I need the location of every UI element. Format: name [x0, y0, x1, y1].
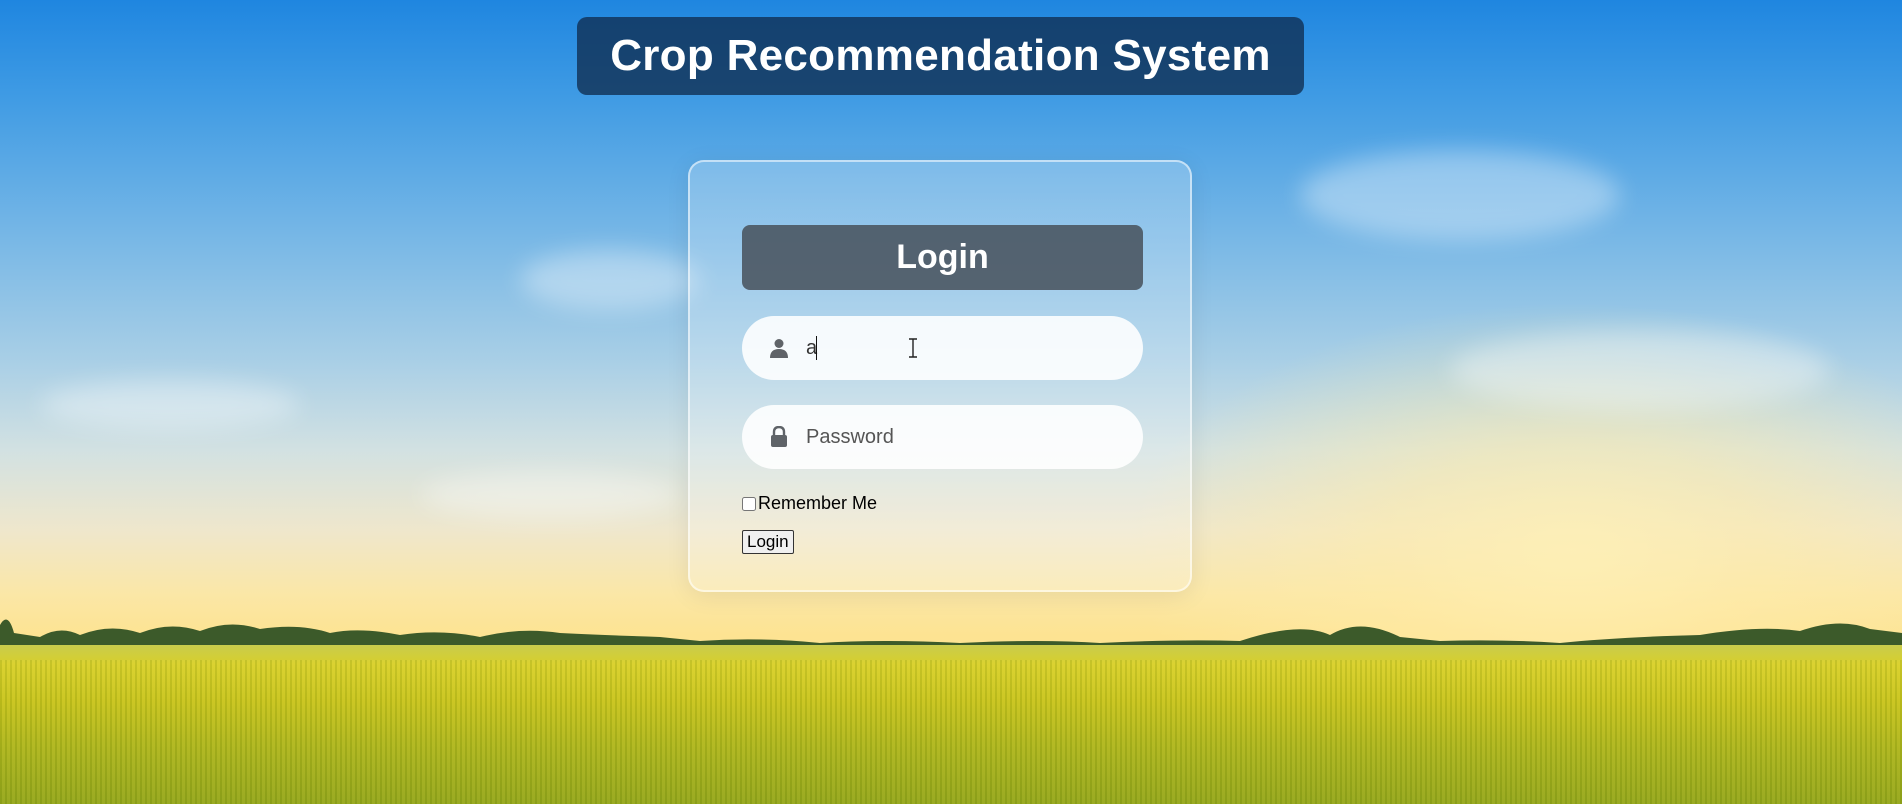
remember-me-row[interactable]: Remember Me	[742, 493, 877, 514]
cloud	[1450, 330, 1830, 410]
cloud	[520, 250, 700, 310]
password-input[interactable]	[806, 425, 1106, 449]
username-field[interactable]	[742, 316, 1143, 380]
login-header: Login	[742, 225, 1143, 290]
login-card: Login Remember Me	[688, 160, 1192, 592]
page-background: Crop Recommendation System Login a Remem…	[0, 0, 1902, 804]
login-button[interactable]: Login	[742, 530, 794, 554]
title-banner: Crop Recommendation System	[577, 17, 1304, 95]
password-field[interactable]	[742, 405, 1143, 469]
user-icon	[768, 337, 790, 359]
login-heading: Login	[896, 238, 989, 276]
remember-me-checkbox[interactable]	[742, 496, 756, 511]
cloud	[40, 380, 300, 430]
cloud	[1300, 150, 1620, 240]
username-input[interactable]	[806, 336, 1106, 360]
mouse-ibeam-cursor	[909, 338, 917, 358]
text-caret	[816, 336, 817, 360]
cloud	[420, 470, 680, 520]
remember-me-label: Remember Me	[758, 493, 878, 513]
page-title: Crop Recommendation System	[610, 31, 1271, 80]
crop-field-texture	[0, 660, 1902, 804]
lock-icon	[768, 426, 790, 448]
